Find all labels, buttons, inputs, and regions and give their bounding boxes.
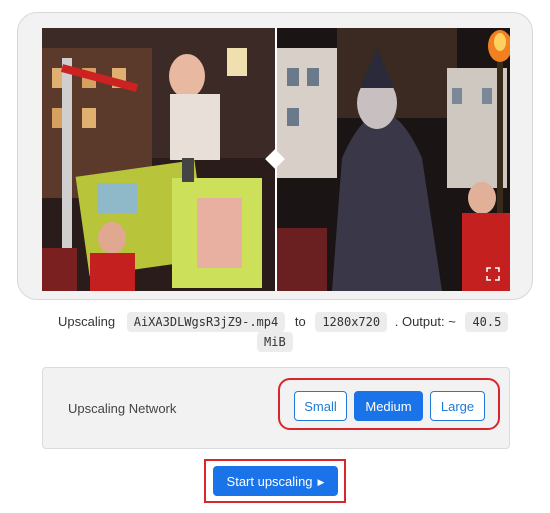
output-resolution: 1280x720	[315, 312, 388, 332]
play-icon: ▶	[317, 476, 325, 487]
start-upscaling-button[interactable]: Start upscaling ▶	[213, 466, 338, 496]
video-compare-view[interactable]	[42, 28, 510, 291]
output-size-unit: MiB	[257, 332, 293, 352]
output-label: . Output: ~	[394, 314, 456, 329]
fullscreen-icon[interactable]	[486, 267, 500, 281]
network-small-button[interactable]: Small	[294, 391, 347, 421]
start-upscaling-highlight: Start upscaling ▶	[204, 459, 346, 503]
network-size-selector: Small Medium Large	[278, 378, 500, 430]
to-label: to	[294, 314, 306, 329]
upscaling-prefix-text: Upscaling	[58, 314, 116, 329]
network-large-button[interactable]: Large	[430, 391, 485, 421]
input-filename: AiXA3DLWgsR3jZ9-.mp4	[126, 312, 286, 332]
upscaling-network-panel: Upscaling Network Small Medium Large	[42, 367, 510, 449]
upscaling-network-label: Upscaling Network	[68, 401, 177, 416]
output-size-value: 40.5	[465, 312, 509, 332]
network-medium-button[interactable]: Medium	[354, 391, 423, 421]
start-upscaling-label: Start upscaling	[226, 473, 313, 489]
